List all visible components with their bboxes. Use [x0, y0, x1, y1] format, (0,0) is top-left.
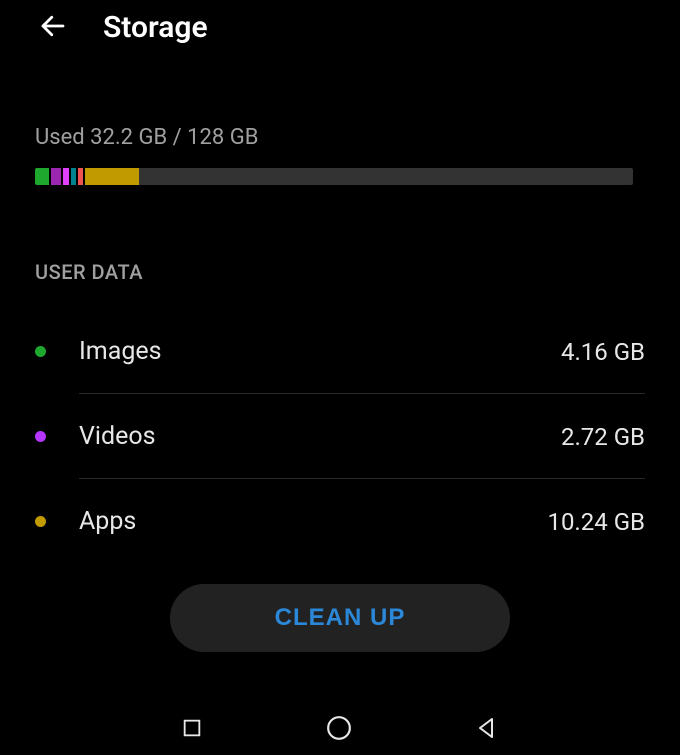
navigation-bar: [0, 700, 680, 755]
nav-home-icon[interactable]: [326, 715, 352, 741]
back-arrow-icon[interactable]: [38, 11, 68, 45]
list-item-images[interactable]: Images 4.16 GB: [35, 309, 645, 394]
list-item-value: 2.72 GB: [561, 423, 645, 451]
nav-back-icon[interactable]: [475, 716, 499, 740]
list-item-label: Apps: [79, 507, 547, 536]
clean-up-button[interactable]: CLEAN UP: [170, 584, 510, 652]
header: Storage: [0, 0, 680, 55]
storage-segment: [85, 168, 139, 185]
color-dot-icon: [35, 431, 46, 442]
storage-usage-section: Used 32.2 GB / 128 GB: [0, 105, 680, 185]
color-dot-icon: [35, 516, 46, 527]
storage-segment: [51, 168, 61, 185]
usage-text: Used 32.2 GB / 128 GB: [35, 125, 645, 150]
nav-recent-icon[interactable]: [181, 717, 203, 739]
storage-segment: [35, 168, 49, 185]
list-item-value: 4.16 GB: [561, 338, 645, 366]
color-dot-icon: [35, 346, 46, 357]
storage-bar: [35, 168, 633, 185]
user-data-list: Images 4.16 GB Videos 2.72 GB Apps 10.24…: [0, 309, 680, 564]
page-title: Storage: [103, 10, 208, 45]
list-item-videos[interactable]: Videos 2.72 GB: [35, 394, 645, 479]
list-item-label: Images: [79, 337, 561, 366]
section-label-user-data: USER DATA: [0, 260, 680, 284]
list-item-apps[interactable]: Apps 10.24 GB: [35, 479, 645, 564]
list-item-value: 10.24 GB: [547, 508, 645, 536]
list-item-label: Videos: [79, 422, 561, 451]
clean-up-container: CLEAN UP: [0, 584, 680, 652]
